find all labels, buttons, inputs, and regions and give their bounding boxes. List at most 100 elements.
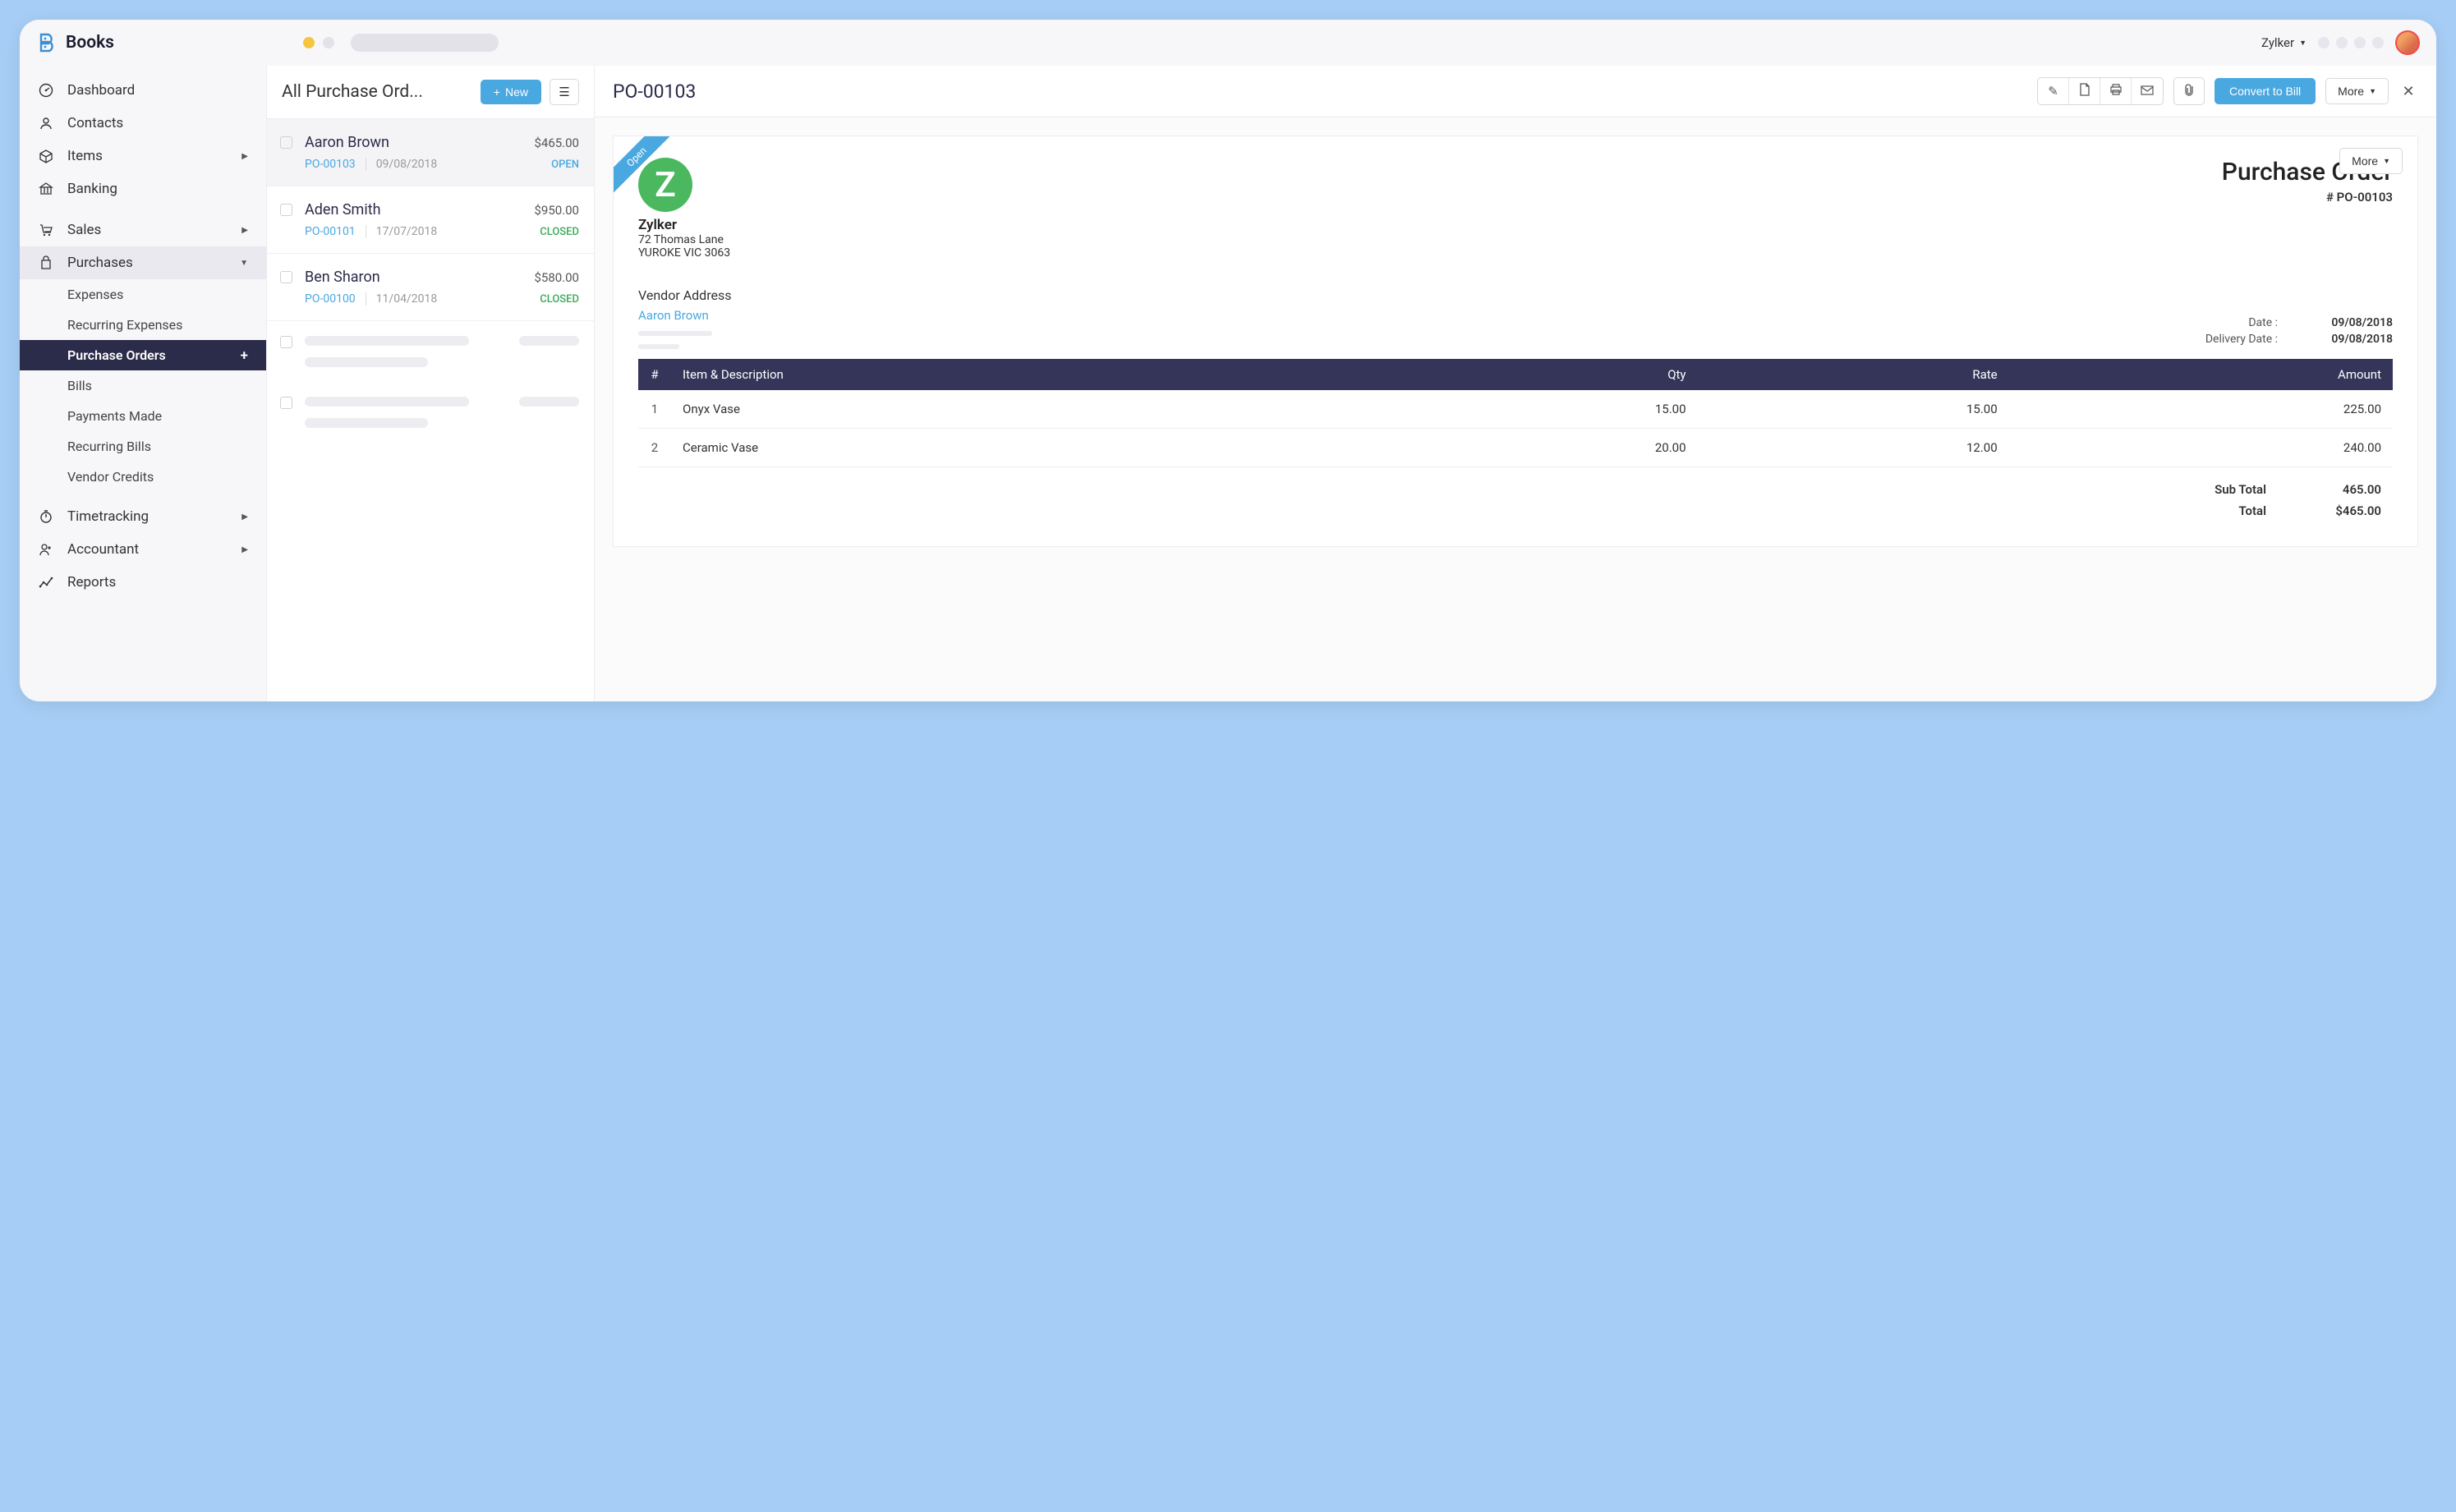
sales-icon (38, 222, 54, 238)
po-list-item[interactable]: Aden Smith $950.00 PO-00101 17/07/2018 C… (267, 186, 594, 254)
po-number: PO-00103 (305, 158, 356, 171)
caret-down-icon: ▼ (2369, 87, 2376, 95)
col-amount: Amount (2009, 359, 2393, 390)
subtotal-value: 465.00 (2307, 482, 2381, 497)
po-amount: $950.00 (534, 203, 579, 218)
items-icon (38, 148, 54, 164)
nav-sub-vendor-credits[interactable]: Vendor Credits (20, 462, 266, 492)
checkbox[interactable] (280, 336, 292, 348)
checkbox[interactable] (280, 397, 292, 409)
new-button[interactable]: + New (481, 80, 541, 104)
window-dots (303, 37, 334, 48)
more-button[interactable]: More ▼ (2325, 78, 2389, 104)
nav-sales[interactable]: Sales ▶ (20, 214, 266, 246)
card-more-button[interactable]: More ▼ (2339, 148, 2403, 174)
printer-icon (2109, 84, 2123, 99)
org-switcher[interactable]: Zylker ▼ (2261, 35, 2307, 50)
total-label: Total (2238, 503, 2266, 518)
list-title[interactable]: All Purchase Ord... (282, 82, 472, 102)
document-card: Open More ▼ Z Zylker 72 Thomas Lane YURO… (613, 136, 2418, 547)
nav-sub-expenses[interactable]: Expenses (20, 279, 266, 310)
po-list-item[interactable]: Aaron Brown $465.00 PO-00103 09/08/2018 … (267, 119, 594, 186)
po-vendor: Aden Smith (305, 201, 381, 218)
nav-sub-bills[interactable]: Bills (20, 370, 266, 401)
convert-to-bill-button[interactable]: Convert to Bill (2215, 78, 2316, 104)
po-list-placeholder (267, 382, 594, 443)
search-placeholder-pill[interactable] (351, 34, 499, 52)
timetracking-icon (38, 508, 54, 525)
nav-sub-payments-made[interactable]: Payments Made (20, 401, 266, 431)
books-logo-icon (36, 32, 57, 53)
po-status: CLOSED (540, 293, 579, 306)
checkbox[interactable] (280, 271, 292, 283)
chevron-right-icon: ▶ (241, 152, 248, 161)
mail-icon (2141, 84, 2154, 99)
nav-sub-recurring-bills[interactable]: Recurring Bills (20, 431, 266, 462)
col-num: # (638, 359, 671, 390)
detail-header: PO-00103 ✎ Convert to Bill More ▼ ✕ (595, 66, 2436, 117)
org-name: Zylker (2261, 35, 2294, 50)
plus-icon: + (494, 85, 500, 99)
shortcut-dot[interactable] (2336, 37, 2348, 48)
line-items-table: # Item & Description Qty Rate Amount 1 O… (638, 359, 2393, 467)
checkbox[interactable] (280, 136, 292, 149)
po-vendor: Aaron Brown (305, 134, 389, 151)
nav-accountant[interactable]: Accountant ▶ (20, 533, 266, 566)
po-amount: $465.00 (534, 136, 579, 150)
nav-sub-recurring-expenses[interactable]: Recurring Expenses (20, 310, 266, 340)
address-placeholder-line (638, 344, 679, 349)
email-button[interactable] (2132, 78, 2163, 104)
paperclip-icon (2183, 83, 2195, 99)
accountant-icon (38, 541, 54, 558)
shortcut-dot[interactable] (2354, 37, 2366, 48)
nav-banking[interactable]: Banking (20, 172, 266, 205)
list-menu-button[interactable]: ☰ (550, 79, 579, 105)
checkbox[interactable] (280, 204, 292, 216)
po-list-panel: All Purchase Ord... + New ☰ Aaron Brown … (266, 66, 595, 701)
file-icon (2079, 83, 2090, 99)
banking-icon (38, 181, 54, 197)
vendor-address-label: Vendor Address (638, 287, 2181, 303)
nav-sub-purchase-orders[interactable]: Purchase Orders + (20, 340, 266, 370)
pencil-icon: ✎ (2048, 84, 2058, 99)
nav-reports[interactable]: Reports (20, 566, 266, 599)
close-button[interactable]: ✕ (2399, 83, 2418, 100)
po-status: OPEN (551, 159, 579, 171)
po-date: 09/08/2018 (366, 158, 438, 171)
contacts-icon (38, 115, 54, 131)
nav-timetracking[interactable]: Timetracking ▶ (20, 500, 266, 533)
hamburger-icon: ☰ (559, 85, 569, 99)
total-value: $465.00 (2307, 503, 2381, 518)
nav-purchases[interactable]: Purchases ▼ (20, 246, 266, 279)
caret-down-icon: ▼ (2383, 157, 2390, 165)
user-avatar[interactable] (2395, 30, 2420, 55)
totals-section: Sub Total 465.00 Total $465.00 (638, 479, 2393, 522)
shortcut-dot[interactable] (2372, 37, 2384, 48)
brand-name: Books (66, 33, 114, 53)
pdf-button[interactable] (2069, 78, 2100, 104)
po-list-item[interactable]: Ben Sharon $580.00 PO-00100 11/04/2018 C… (267, 254, 594, 321)
po-list: Aaron Brown $465.00 PO-00103 09/08/2018 … (267, 119, 594, 443)
chevron-right-icon: ▶ (241, 545, 248, 554)
po-number: PO-00100 (305, 292, 356, 306)
caret-down-icon: ▼ (2299, 39, 2307, 48)
vendor-name-link[interactable]: Aaron Brown (638, 308, 2181, 323)
company-address-line: 72 Thomas Lane (638, 233, 730, 246)
company-name: Zylker (638, 217, 730, 233)
col-qty: Qty (1386, 359, 1697, 390)
nav-dashboard[interactable]: Dashboard (20, 74, 266, 107)
topbar: Books Zylker ▼ (20, 20, 2436, 66)
edit-button[interactable]: ✎ (2038, 78, 2069, 104)
nav-contacts[interactable]: Contacts (20, 107, 266, 140)
shortcut-dot[interactable] (2318, 37, 2330, 48)
company-logo: Z (638, 158, 692, 212)
nav-items[interactable]: Items ▶ (20, 140, 266, 172)
plus-icon[interactable]: + (241, 347, 248, 364)
chevron-right-icon: ▶ (241, 226, 248, 235)
attach-button[interactable] (2173, 77, 2205, 105)
address-placeholder-line (638, 331, 712, 336)
dashboard-icon (38, 82, 54, 99)
po-date: 11/04/2018 (366, 292, 438, 306)
app-window: Books Zylker ▼ Dashboard (20, 20, 2436, 701)
print-button[interactable] (2100, 78, 2132, 104)
